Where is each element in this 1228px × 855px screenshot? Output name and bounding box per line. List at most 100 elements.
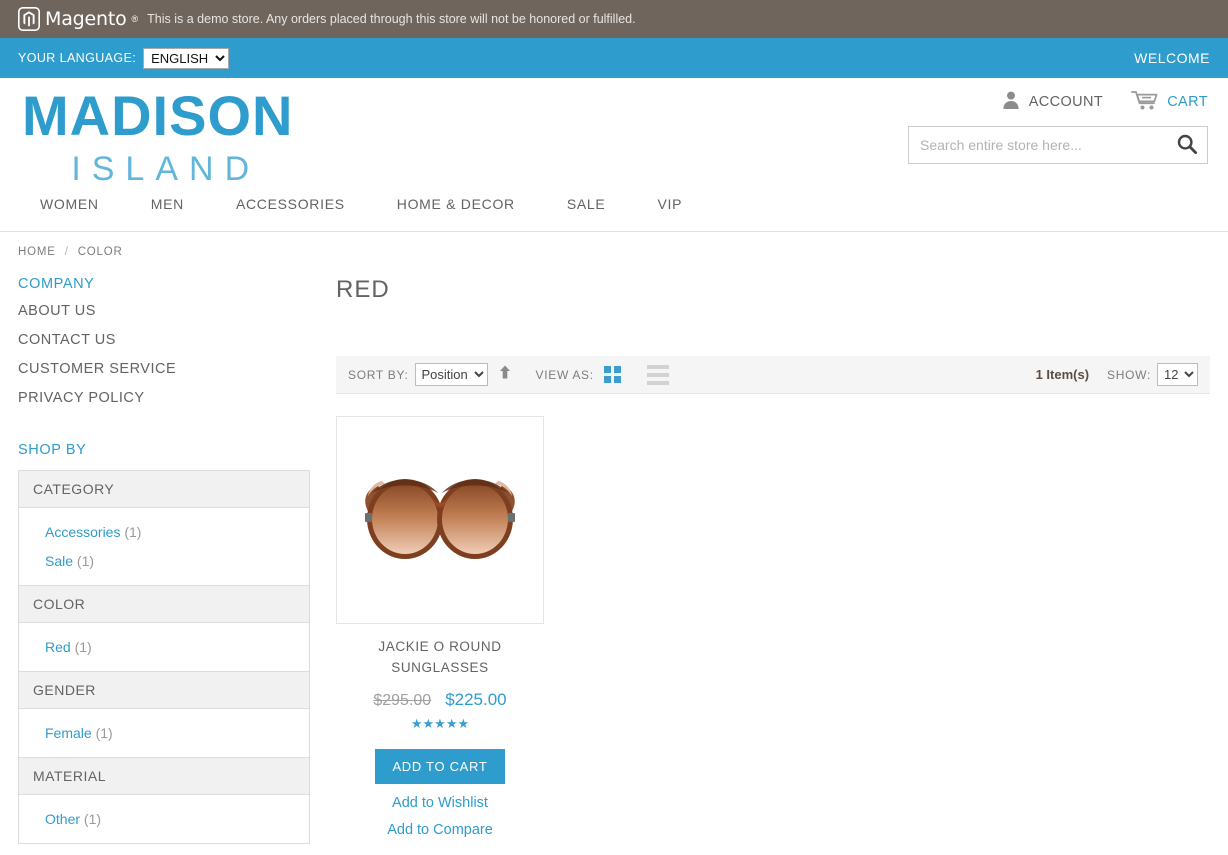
nav-item-vip[interactable]: VIP [631,196,708,212]
item-count: 1 Item(s) [1035,367,1090,382]
cart-link[interactable]: CART [1131,89,1208,116]
demo-store-notice-text: This is a demo store. Any orders placed … [147,12,636,26]
sort-by-select[interactable]: Position [414,363,488,386]
filter-title-gender: GENDER [19,672,309,709]
product-image-container[interactable] [336,416,544,624]
filter-count-sale: (1) [76,553,95,569]
list-bar [646,372,669,377]
filter-link-sale[interactable]: Sale [45,553,73,569]
filter-option: Female (1) [45,725,309,741]
filter-link-female[interactable]: Female [45,725,92,741]
breadcrumb: HOME / COLOR [0,232,1228,258]
filter-option: Sale (1) [45,553,309,569]
product-card: JACKIE O ROUND SUNGLASSES $295.00 $225.0… [336,416,544,838]
sort-direction-button[interactable] [498,364,512,385]
account-link[interactable]: ACCOUNT [1001,90,1104,115]
layered-navigation: CATEGORY Accessories (1) Sale (1) COLOR … [18,470,310,844]
product-name-link[interactable]: JACKIE O ROUND SUNGLASSES [336,637,544,679]
filter-options-category: Accessories (1) Sale (1) [19,508,309,586]
filter-count-other: (1) [83,811,102,827]
product-old-price: $295.00 [373,691,432,709]
sidebar-item-privacy-policy[interactable]: PRIVACY POLICY [18,390,310,406]
filter-count-accessories: (1) [124,524,142,540]
filter-options-material: Other (1) [19,795,309,844]
sunglasses-product-image [352,463,528,578]
filter-link-other[interactable]: Other [45,811,80,827]
language-select[interactable]: ENGLISH [143,47,230,69]
product-toolbar: SORT BY: Position VIEW AS: 1 Item(s) SHO… [336,356,1210,394]
sidebar-item-about-us[interactable]: ABOUT US [18,303,310,319]
add-to-wishlist-link[interactable]: Add to Wishlist [336,795,544,811]
list-bar [646,364,669,369]
sidebar-heading-company[interactable]: COMPANY [18,276,310,292]
add-to-cart-button[interactable]: ADD TO CART [375,748,505,784]
user-icon [1001,90,1021,115]
filter-title-category: CATEGORY [19,471,309,508]
filter-count-red: (1) [74,639,92,655]
nav-list: WOMEN MEN ACCESSORIES HOME & DECOR SALE … [18,196,1210,212]
filter-link-red[interactable]: Red [45,639,71,655]
filter-option: Red (1) [45,639,309,655]
grid-cell [603,376,611,383]
language-bar: YOUR LANGUAGE: ENGLISH WELCOME [0,38,1228,78]
breadcrumb-item-home[interactable]: HOME [18,246,56,258]
magento-wordmark: Magento [45,8,127,30]
filter-options-gender: Female (1) [19,709,309,758]
demo-store-notice-bar: Magento ® This is a demo store. Any orde… [0,0,1228,38]
add-to-compare-link[interactable]: Add to Compare [336,822,544,838]
filter-title-color: COLOR [19,586,309,623]
grid-cell [613,376,621,383]
filter-option: Accessories (1) [45,524,309,540]
nav-item-home-decor[interactable]: HOME & DECOR [371,196,541,212]
sidebar-item-customer-service[interactable]: CUSTOMER SERVICE [18,361,310,377]
nav-item-women[interactable]: WOMEN [18,196,125,212]
sidebar-heading-shop-by: SHOP BY [18,442,87,458]
nav-item-men[interactable]: MEN [125,196,210,212]
account-label: ACCOUNT [1028,94,1104,110]
cart-icon [1131,89,1159,116]
header-right-panel: ACCOUNT CART [890,78,1210,164]
grid-cell [603,366,611,373]
language-switcher: YOUR LANGUAGE: ENGLISH [18,47,230,69]
toolbar-right: 1 Item(s) SHOW: 12 [1036,363,1198,386]
toolbar-left: SORT BY: Position VIEW AS: [348,363,669,386]
product-special-price: $225.00 [445,689,507,709]
search-box [908,126,1208,164]
nav-item-sale[interactable]: SALE [541,196,632,212]
show-per-page-select[interactable]: 12 [1157,363,1198,386]
main-content: RED SORT BY: Position VIEW AS: 1 Item(s)… [310,276,1210,855]
nav-item-accessories[interactable]: ACCESSORIES [210,196,371,212]
sidebar-item-contact-us[interactable]: CONTACT US [18,332,310,348]
magento-logo[interactable]: Magento ® [18,7,138,31]
search-button[interactable] [1172,131,1202,159]
view-as-label: VIEW AS: [535,367,594,382]
magento-mark-icon [18,7,40,31]
site-logo[interactable]: MADISON ISLAND [22,84,294,188]
search-icon [1176,134,1198,158]
breadcrumb-separator: / [64,246,69,258]
filter-option: Other (1) [45,811,309,827]
site-header: MADISON ISLAND ACCOUNT CART Search entir… [0,78,1228,196]
show-label: SHOW: [1107,367,1151,382]
search-input[interactable] [908,126,1208,164]
grid-cell [613,366,621,373]
logo-line-island: ISLAND [71,150,261,188]
view-as-group: VIEW AS: [535,364,669,385]
welcome-message: WELCOME [1134,50,1210,66]
product-grid: JACKIE O ROUND SUNGLASSES $295.00 $225.0… [336,394,1210,838]
filter-title-material: MATERIAL [19,758,309,795]
breadcrumb-item-color: COLOR [77,246,123,258]
filter-link-accessories[interactable]: Accessories [45,524,120,540]
logo-line-madison: MADISON [22,84,294,147]
magento-trademark: ® [131,14,139,24]
product-rating-stars[interactable]: ★★★★★ [336,716,544,732]
list-view-icon[interactable] [646,364,669,385]
arrow-up-icon [498,364,512,385]
sidebar: COMPANY ABOUT US CONTACT US CUSTOMER SER… [18,276,310,855]
grid-view-icon[interactable] [603,366,621,383]
sort-by-label: SORT BY: [348,367,409,382]
page-title: RED [336,276,390,303]
filter-options-color: Red (1) [19,623,309,672]
cart-label: CART [1167,94,1208,110]
page-body: COMPANY ABOUT US CONTACT US CUSTOMER SER… [0,258,1228,855]
